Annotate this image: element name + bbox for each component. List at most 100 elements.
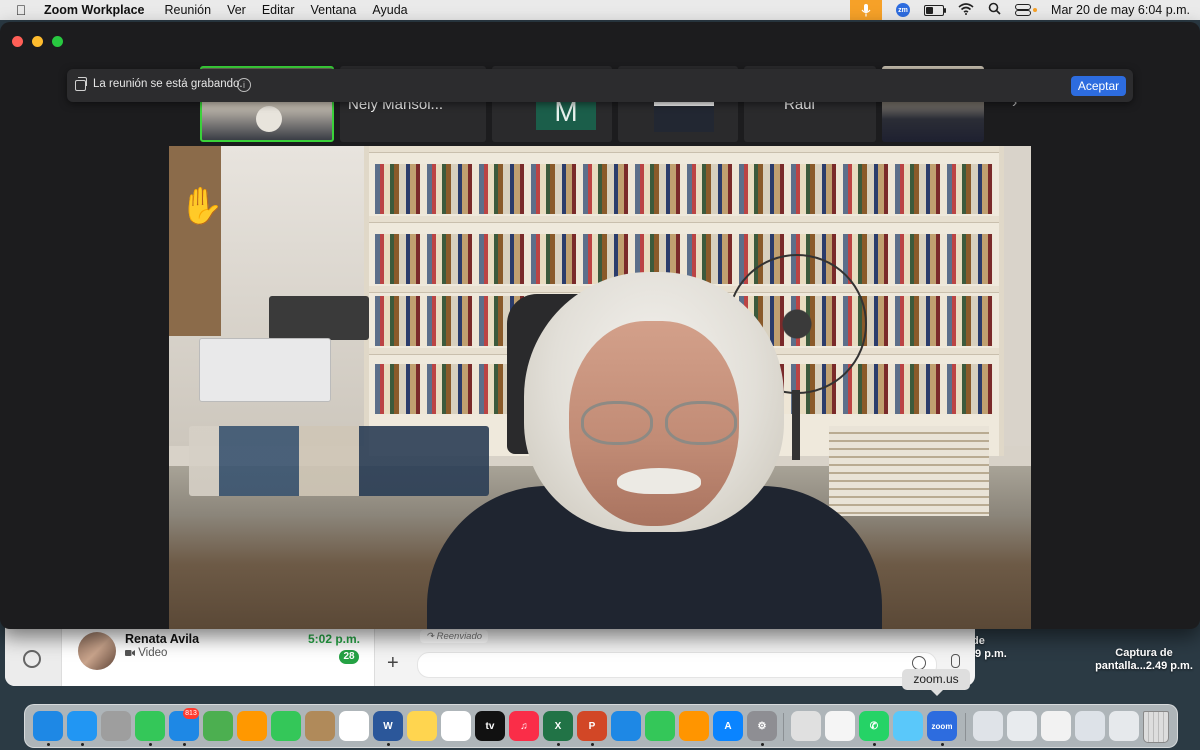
numbers-icon[interactable] — [645, 711, 675, 741]
speaker-glasses-left — [581, 401, 653, 445]
app-menu[interactable]: Zoom Workplace — [44, 3, 144, 17]
control-center-icon[interactable] — [1015, 4, 1032, 16]
recent-file-icon[interactable] — [1075, 711, 1105, 741]
running-indicator — [183, 743, 186, 746]
launchpad-icon[interactable] — [101, 711, 131, 741]
minimize-window-button[interactable] — [32, 36, 43, 47]
recent-file-icon[interactable] — [1007, 711, 1037, 741]
notes-icon[interactable] — [407, 711, 437, 741]
running-indicator — [591, 743, 594, 746]
reminders-icon[interactable] — [339, 711, 369, 741]
zoom-icon[interactable]: zoom — [927, 711, 957, 741]
dock-tooltip: zoom.us — [902, 669, 970, 696]
voice-note-mic-icon[interactable] — [951, 654, 960, 668]
excel-icon[interactable]: X — [543, 711, 573, 741]
maps-icon[interactable] — [203, 711, 233, 741]
pages-icon[interactable] — [679, 711, 709, 741]
attach-plus-icon[interactable]: + — [387, 653, 399, 673]
menu-reunion[interactable]: Reunión — [164, 3, 211, 17]
chat-pane: ↷ Reenviado + — [375, 626, 975, 686]
menu-ayuda[interactable]: Ayuda — [372, 3, 407, 17]
zoom-window-button[interactable] — [52, 36, 63, 47]
video-shelf-left — [169, 146, 221, 336]
desktop-file-label-partial[interactable]: de .9 p.m. — [972, 635, 1012, 661]
video-desk-items — [189, 426, 489, 496]
apple-tv-icon[interactable]: tv — [475, 711, 505, 741]
word-icon[interactable]: W — [373, 711, 403, 741]
running-indicator — [149, 743, 152, 746]
mic-in-use-icon[interactable] — [850, 0, 883, 20]
running-indicator — [941, 743, 944, 746]
chat-last-message: Video — [125, 647, 167, 659]
video-fan-pole — [792, 390, 800, 460]
menu-editar[interactable]: Editar — [262, 3, 295, 17]
apple-menu-icon[interactable]:  — [12, 0, 30, 20]
keynote-icon[interactable] — [611, 711, 641, 741]
running-indicator — [761, 743, 764, 746]
safari-icon[interactable] — [67, 711, 97, 741]
active-speaker-video[interactable]: ✋ — [169, 146, 1031, 629]
search-icon[interactable] — [988, 2, 1001, 18]
zoom-meeting-window: Nely Mansol... M Raúl › La reunión se es… — [0, 22, 1200, 629]
accept-button[interactable]: Aceptar — [1071, 76, 1126, 96]
preview-icon[interactable] — [791, 711, 821, 741]
chat-list: Renata Avila Video 5:02 p.m. 28 — [62, 626, 375, 686]
video-printer — [199, 338, 331, 402]
music-icon[interactable]: ♫ — [509, 711, 539, 741]
battery-icon[interactable] — [924, 4, 947, 16]
powerpoint-icon[interactable]: P — [577, 711, 607, 741]
finder-alt-icon[interactable] — [893, 711, 923, 741]
textedit-icon[interactable] — [825, 711, 855, 741]
recording-copy-icon — [75, 77, 87, 91]
info-icon[interactable]: i — [237, 78, 251, 92]
video-paper-stack — [829, 426, 989, 516]
recent-file-icon[interactable] — [1041, 711, 1071, 741]
whatsapp-icon[interactable]: ✆ — [859, 711, 889, 741]
chat-last-message-text: Video — [138, 647, 168, 659]
running-indicator — [47, 743, 50, 746]
freeform-icon[interactable] — [441, 711, 471, 741]
recording-banner-text: La reunión se está grabando. — [93, 78, 243, 90]
wifi-icon[interactable] — [958, 2, 974, 18]
settings-gear-icon[interactable] — [23, 650, 41, 668]
unread-badge: 28 — [339, 650, 359, 664]
messages-icon[interactable] — [135, 711, 165, 741]
menu-ventana[interactable]: Ventana — [310, 3, 356, 17]
zoom-status-icon[interactable]: zm — [896, 3, 911, 17]
chat-time: 5:02 p.m. — [307, 632, 360, 646]
finder-icon[interactable] — [33, 711, 63, 741]
facetime-icon[interactable] — [271, 711, 301, 741]
system-settings-icon[interactable]: ⚙ — [747, 711, 777, 741]
trash-icon[interactable] — [1143, 711, 1169, 743]
running-indicator — [557, 743, 560, 746]
recording-banner: La reunión se está grabando. i Aceptar — [67, 69, 1133, 102]
message-input[interactable] — [417, 652, 937, 678]
privacy-indicator-icon — [1033, 8, 1038, 12]
whatsapp-sidebar — [5, 626, 62, 686]
menu-ver[interactable]: Ver — [227, 3, 246, 17]
raised-hand-icon: ✋ — [179, 185, 224, 226]
running-indicator — [387, 743, 390, 746]
recent-file-icon[interactable] — [973, 711, 1003, 741]
menu-bar:  Zoom Workplace Reunión Ver Editar Vent… — [0, 0, 1200, 20]
mail-unread-badge: 813 — [183, 708, 199, 719]
photos-icon[interactable] — [237, 711, 267, 741]
book-row — [375, 164, 993, 214]
forwarded-label-text: Reenviado — [436, 631, 483, 642]
menubar-clock[interactable]: Mar 20 de may 6:04 p.m. — [1051, 3, 1190, 17]
emoji-icon[interactable] — [912, 656, 926, 670]
status-area: zm Mar 20 de may 6:04 p.m. — [850, 0, 1190, 20]
desktop-file-label[interactable]: Captura de pantalla...2.49 p.m. — [1094, 647, 1194, 673]
contacts-icon[interactable] — [305, 711, 335, 741]
app-store-icon[interactable]: A — [713, 711, 743, 741]
shelf-board — [369, 146, 999, 153]
running-indicator — [873, 743, 876, 746]
avatar — [78, 632, 116, 670]
chat-contact-name: Renata Avila — [125, 632, 200, 646]
dock: 813 W tv ♫ X P A ⚙ ✆ zoom — [24, 704, 1178, 748]
video-printer-dark — [269, 296, 369, 340]
shelf-board — [369, 216, 999, 223]
close-window-button[interactable] — [12, 36, 23, 47]
speaker-glasses-right — [665, 401, 737, 445]
recent-file-icon[interactable] — [1109, 711, 1139, 741]
